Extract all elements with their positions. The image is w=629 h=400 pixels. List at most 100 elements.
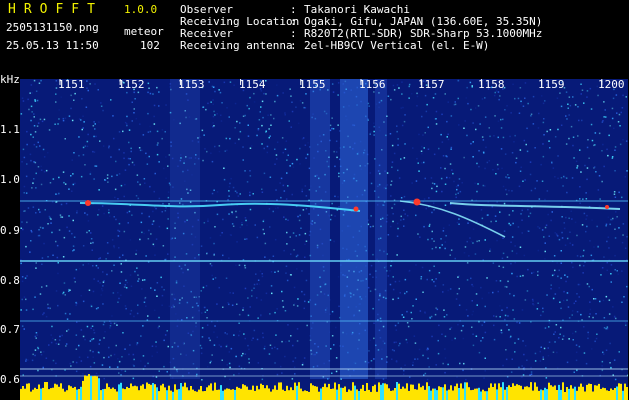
floor-bar	[58, 386, 60, 400]
noise-speck	[262, 116, 264, 119]
noise-speck	[432, 97, 435, 99]
noise-speck	[264, 256, 266, 258]
noise-speck	[448, 177, 451, 179]
noise-speck	[125, 307, 127, 310]
noise-speck	[26, 130, 28, 133]
noise-speck	[534, 187, 536, 190]
noise-speck	[568, 137, 570, 140]
noise-speck	[88, 230, 90, 232]
floor-bar	[336, 389, 338, 400]
noise-speck	[576, 165, 579, 167]
noise-speck	[404, 213, 406, 215]
noise-speck	[495, 220, 497, 222]
noise-speck	[438, 147, 440, 150]
floor-bar	[560, 389, 562, 400]
noise-speck	[291, 101, 293, 103]
noise-speck	[509, 293, 511, 295]
y-tick-label: 0.8	[0, 274, 20, 287]
noise-speck	[508, 177, 510, 179]
noise-speck	[592, 316, 594, 319]
noise-speck	[291, 193, 293, 196]
noise-speck	[466, 134, 468, 137]
noise-speck	[597, 94, 599, 97]
noise-speck	[168, 305, 171, 308]
floor-bar	[84, 375, 86, 400]
noise-speck	[63, 181, 65, 184]
noise-speck	[140, 335, 142, 337]
noise-speck	[35, 337, 37, 339]
noise-speck	[118, 148, 120, 151]
floor-bar	[434, 388, 436, 400]
noise-speck	[119, 282, 121, 284]
noise-speck	[586, 167, 589, 169]
noise-speck	[266, 145, 269, 148]
noise-speck	[139, 183, 141, 186]
noise-speck	[65, 345, 67, 347]
noise-speck	[393, 203, 396, 206]
noise-speck	[228, 185, 231, 188]
noise-speck	[155, 238, 158, 240]
noise-speck	[475, 335, 478, 337]
noise-speck	[33, 113, 35, 115]
noise-speck	[249, 175, 252, 177]
noise-speck	[200, 347, 203, 349]
noise-speck	[334, 215, 336, 217]
noise-speck	[331, 335, 334, 337]
noise-speck	[108, 146, 110, 149]
noise-speck	[283, 216, 285, 218]
noise-speck	[102, 271, 104, 273]
noise-speck	[125, 123, 128, 125]
noise-speck	[164, 334, 167, 336]
noise-speck	[124, 284, 127, 286]
noise-speck	[293, 286, 296, 289]
noise-speck	[136, 342, 139, 344]
floor-bar	[44, 382, 46, 400]
noise-speck	[212, 115, 215, 118]
noise-speck	[524, 299, 527, 301]
noise-speck	[296, 268, 298, 270]
noise-speck	[548, 326, 550, 328]
noise-speck	[444, 335, 447, 338]
noise-speck	[419, 310, 422, 312]
floor-bar	[168, 385, 170, 400]
noise-speck	[507, 280, 509, 283]
floor-bar	[322, 386, 324, 400]
floor-bar	[148, 383, 150, 400]
noise-speck	[22, 228, 24, 231]
noise-speck	[576, 255, 579, 257]
noise-speck	[219, 234, 222, 237]
noise-speck	[70, 94, 72, 97]
noise-speck	[242, 309, 244, 311]
noise-speck	[575, 351, 578, 354]
noise-speck	[274, 311, 276, 314]
noise-speck	[614, 228, 616, 230]
noise-speck	[439, 247, 441, 249]
noise-speck	[454, 101, 456, 103]
noise-speck	[430, 177, 433, 179]
floor-bar	[536, 386, 538, 400]
noise-speck	[248, 361, 250, 364]
noise-speck	[556, 262, 558, 264]
noise-speck	[554, 293, 557, 295]
floor-bar	[68, 385, 70, 400]
floor-bar	[50, 388, 52, 400]
floor-bar	[152, 383, 154, 400]
noise-speck	[406, 214, 409, 217]
noise-speck	[554, 232, 556, 234]
noise-speck	[36, 99, 39, 102]
noise-speck	[580, 93, 582, 95]
noise-speck	[537, 226, 539, 228]
noise-speck	[216, 303, 218, 305]
noise-speck	[42, 366, 44, 369]
noise-speck	[153, 104, 156, 107]
noise-speck	[531, 298, 534, 301]
noise-speck	[142, 279, 144, 281]
noise-speck	[614, 237, 617, 239]
noise-speck	[372, 225, 374, 228]
noise-speck	[505, 176, 507, 178]
noise-speck	[62, 117, 65, 120]
noise-speck	[153, 245, 156, 247]
noise-speck	[229, 182, 231, 185]
noise-speck	[49, 217, 51, 219]
noise-speck	[72, 183, 75, 186]
